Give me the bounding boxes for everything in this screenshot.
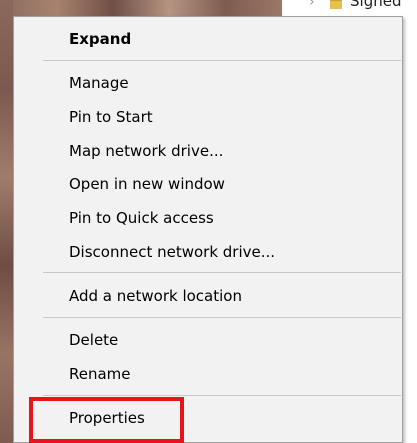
menu-separator [43,395,401,396]
screen: › Signed Expand Manage Pin to Start Map … [0,0,417,443]
context-menu: Expand Manage Pin to Start Map network d… [13,16,403,443]
menu-item-add-network-location[interactable]: Add a network location [14,280,402,313]
highlight-annotation-box [29,397,184,443]
menu-item-pin-to-start[interactable]: Pin to Start [14,101,402,134]
nav-item-label[interactable]: Signed [350,0,401,10]
menu-item-pin-to-quick-access[interactable]: Pin to Quick access [14,202,402,235]
menu-separator [43,272,401,273]
menu-item-manage[interactable]: Manage [14,67,402,100]
menu-item-map-network-drive[interactable]: Map network drive... [14,135,402,168]
menu-item-expand[interactable]: Expand [14,23,402,56]
menu-separator [43,60,401,61]
menu-item-rename[interactable]: Rename [14,358,402,391]
menu-item-disconnect-network-drive[interactable]: Disconnect network drive... [14,236,402,269]
menu-item-open-in-new-window[interactable]: Open in new window [14,168,402,201]
chevron-right-icon[interactable]: › [309,0,315,10]
menu-separator [43,317,401,318]
desktop-wallpaper [0,0,282,16]
desktop-wallpaper-edge [0,0,13,443]
menu-item-delete[interactable]: Delete [14,324,402,357]
folder-icon [330,0,342,9]
